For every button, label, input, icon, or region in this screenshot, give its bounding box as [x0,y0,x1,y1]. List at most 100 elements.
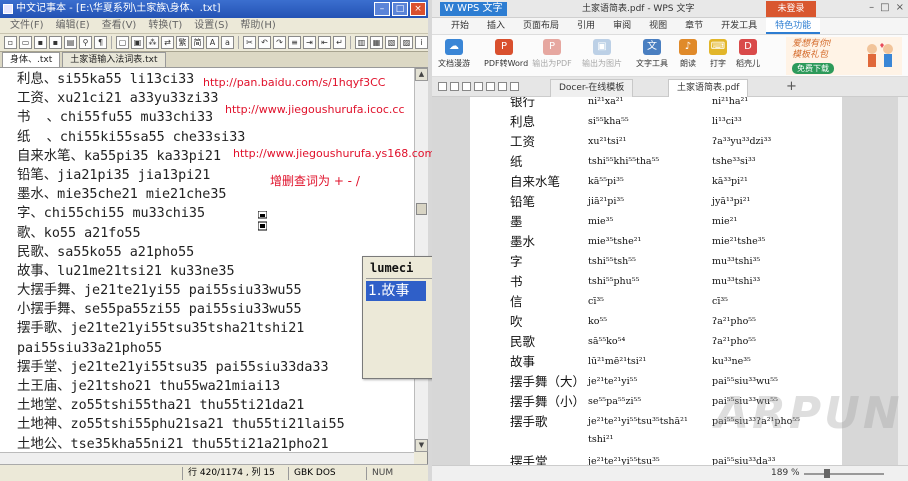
window-icon[interactable]: ▦ [370,36,383,49]
text-line: 小摆手舞、se55pa55zi55 pai55siu33wu55 [17,302,302,318]
tab-docer-templates[interactable]: Docer-在线模板 [550,79,634,97]
menu-convert[interactable]: 转换(T) [142,18,188,33]
uppercase-icon[interactable]: A [206,36,219,49]
paste-icon[interactable]: ▣ [131,36,144,49]
print-icon[interactable]: ▤ [64,36,77,49]
menu-help[interactable]: 帮助(H) [234,18,281,33]
keyboard-icon: ⌨ [709,39,727,55]
tab-chapter[interactable]: 章节 [676,18,712,34]
paragraph-icon[interactable]: ¶ [94,36,107,49]
text-tools-button[interactable]: 文 文字工具 [632,39,672,69]
redo-doc-icon[interactable] [498,82,507,91]
tab-review[interactable]: 审阅 [604,18,640,34]
maximize-icon[interactable]: □ [880,2,889,13]
docer-button[interactable]: D 稻壳儿 [728,39,768,69]
add-tab-icon[interactable]: + [786,77,797,97]
find-icon[interactable]: ⚲ [79,36,92,49]
undo-doc-icon[interactable] [486,82,495,91]
menu-settings[interactable]: 设置(S) [188,18,234,33]
cut-icon[interactable]: ✂ [243,36,256,49]
info-icon[interactable]: i [415,36,428,49]
tab-references[interactable]: 引用 [568,18,604,34]
vocab-row: 书 tshi⁵⁵phu⁵⁵ mu³³tshi³³ [510,274,761,289]
sort-icon[interactable]: ≡ [288,36,301,49]
maximize-icon[interactable]: □ [392,2,408,16]
text-line: 纸 、chi55ki55sa55 che33si33 [17,129,246,145]
scroll-up-icon[interactable]: ▲ [415,68,428,81]
traditional-icon[interactable]: 繁 [176,36,189,49]
menu-edit[interactable]: 编辑(E) [50,18,96,33]
tab-developer[interactable]: 开发工具 [712,18,766,34]
encoding-indicator: GBK DOS [294,468,336,478]
copy-icon[interactable]: ▢ [116,36,129,49]
options-icon[interactable]: ▨ [400,36,413,49]
undo-icon[interactable]: ↶ [258,36,271,49]
export-image-button[interactable]: ▣ 输出为图片 [582,39,622,69]
close-icon[interactable]: × [896,2,904,13]
save-all-icon[interactable]: ▪ [49,36,62,49]
zoom-slider-handle[interactable] [824,469,830,478]
menu-file[interactable]: 文件(F) [4,18,50,33]
minimize-icon[interactable]: – [374,2,390,16]
scroll-thumb[interactable] [416,203,427,215]
vocab-row: 墨水 mie³⁵tshe²¹ mie²¹tshe³⁵ [510,234,766,249]
fullscreen-icon[interactable]: ▧ [385,36,398,49]
zoom-slider[interactable] [804,473,884,475]
save-icon[interactable]: ▪ [34,36,47,49]
print-doc-icon[interactable] [474,82,483,91]
redo-icon[interactable]: ↷ [273,36,286,49]
tab-wordlist-file[interactable]: 土家语输入法词表.txt [62,52,166,67]
split-view-icon[interactable]: ▥ [355,36,368,49]
text-line: 摆手歌、je21te21yi55tsu35tsha21tshi21 [17,321,305,337]
export-pdf-button[interactable]: P 输出为PDF [532,39,572,69]
toolbar-divider [350,36,351,49]
vocab-row: 信 cī³⁵ cī³⁵ [510,294,728,309]
document-roaming-button[interactable]: ☁ 文档漫游 [434,39,474,69]
text-tool-icon: 文 [643,39,661,55]
simplified-icon[interactable]: 简 [191,36,204,49]
ime-candidate-1[interactable]: 1.故事 [366,281,426,301]
more-doc-icon[interactable] [510,82,519,91]
save-doc-icon[interactable] [462,82,471,91]
notepad-menubar: 文件(F) 编辑(E) 查看(V) 转换(T) 设置(S) 帮助(H) [0,18,428,34]
outdent-icon[interactable]: ⇤ [318,36,331,49]
notepad-title: 中文记事本 - [E:\华夏系列\土家族\身体、.txt] [16,3,221,14]
convert-icon[interactable]: ⇄ [161,36,174,49]
wrap-icon[interactable]: ↵ [333,36,346,49]
tab-insert[interactable]: 插入 [478,18,514,34]
tab-body-file[interactable]: 身体、.txt [2,52,61,67]
open-doc-icon[interactable] [450,82,459,91]
wps-logo[interactable]: W WPS 文字 [440,2,507,16]
editor-horizontal-scrollbar[interactable] [0,452,414,464]
vocab-row: 纸 tshi⁵⁵khi⁵⁵tha⁵⁵ tshe³³si³³ [510,154,756,169]
close-icon[interactable]: × [410,2,426,16]
notepad-titlebar[interactable]: 中文记事本 - [E:\华夏系列\土家族\身体、.txt] – □ × [0,0,428,18]
tab-special-features[interactable]: 特色功能 [766,18,821,34]
tab-home[interactable]: 开始 [442,18,478,34]
editor-text-area[interactable]: 利息、si55ka55 li13ci33 工资、xu21ci21 a33yu33… [0,68,414,452]
ime-input-code: lumeci [370,261,414,275]
pdf-to-word-button[interactable]: P PDF转Word [484,39,528,69]
tab-view[interactable]: 视图 [640,18,676,34]
tab-tujia-pdf[interactable]: 土家语简表.pdf [668,79,749,97]
new-doc-icon[interactable] [438,82,447,91]
new-file-icon[interactable]: ▫ [4,36,17,49]
text-line: 土王庙、je21tsho21 thu55wa21miai13 [17,379,281,394]
menu-view[interactable]: 查看(V) [96,18,143,33]
notepad-tabbar: 身体、.txt 土家语输入法词表.txt [0,52,428,68]
login-button[interactable]: 未登录 [766,1,816,17]
status-divider [288,467,289,480]
tab-page-layout[interactable]: 页面布局 [514,18,568,34]
wps-titlebar[interactable]: W WPS 文字 土家语简表.pdf - WPS 文字 未登录 – □ × [432,0,908,18]
open-folder-icon[interactable]: ▭ [19,36,32,49]
free-download-button[interactable]: 免费下载 [792,63,834,74]
minimize-icon[interactable]: – [869,2,874,13]
indent-icon[interactable]: ⇥ [303,36,316,49]
vocab-row: 铅笔 jiā²¹pi³⁵ jyā¹³pi²¹ [510,194,751,209]
lowercase-icon[interactable]: a [221,36,234,49]
format-icon[interactable]: ⁂ [146,36,159,49]
scroll-down-icon[interactable]: ▼ [415,439,428,452]
template-promo-banner[interactable]: 爱想有你! 模板礼包 免费下载 [786,37,902,75]
zoom-level[interactable]: 189 % [771,466,800,481]
notepad-statusbar: 行 420/1174 , 列 15 GBK DOS NUM [0,464,428,481]
